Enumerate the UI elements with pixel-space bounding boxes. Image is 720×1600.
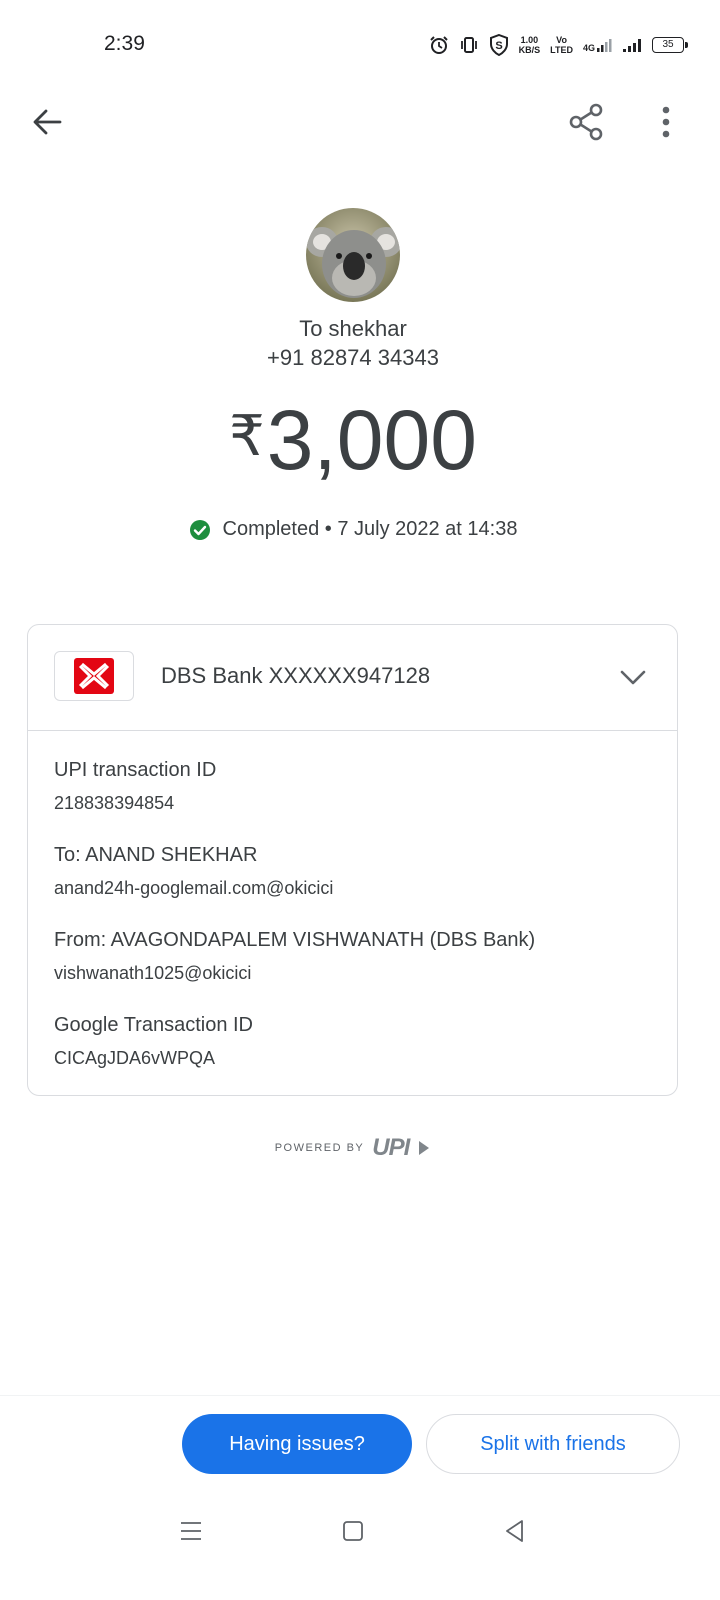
powered-by-upi: POWERED BY UPI bbox=[0, 1134, 706, 1162]
signal-icon bbox=[597, 39, 612, 52]
currency-symbol: ₹ bbox=[229, 404, 265, 467]
share-button[interactable] bbox=[564, 100, 608, 144]
signal-icon-2 bbox=[623, 39, 641, 52]
more-vert-icon bbox=[662, 106, 670, 138]
volte-top: Vo bbox=[556, 35, 567, 45]
google-transaction-id-label: Google Transaction ID bbox=[54, 1014, 253, 1036]
amount: ₹3,000 bbox=[0, 392, 706, 489]
battery-indicator: 35 bbox=[652, 37, 688, 53]
more-options-button[interactable] bbox=[644, 100, 688, 144]
chevron-down-icon[interactable] bbox=[617, 661, 649, 693]
network-speed-unit: KB/S bbox=[518, 45, 541, 55]
recipient-avatar bbox=[306, 208, 400, 302]
status-icons: S 1.00 KB/S Vo LTED 4G 35 bbox=[429, 30, 688, 60]
upi-transaction-id-value: 218838394854 bbox=[54, 793, 175, 813]
upi-transaction-id-label: UPI transaction ID bbox=[54, 759, 217, 781]
recipient-phone: +91 82874 34343 bbox=[267, 345, 439, 370]
volte-bottom: LTED bbox=[550, 45, 573, 55]
home-icon[interactable] bbox=[340, 1518, 366, 1544]
google-transaction-id-value: CICAgJDA6vWPQA bbox=[54, 1048, 216, 1068]
transaction-status: Completed • 7 July 2022 at 14:38 bbox=[0, 518, 706, 541]
recent-apps-icon[interactable] bbox=[178, 1518, 204, 1544]
nav-back-icon[interactable] bbox=[502, 1518, 528, 1544]
signal-4g: 4G bbox=[583, 37, 612, 53]
shield-s-icon: S bbox=[489, 34, 508, 56]
network-speed: 1.00 KB/S bbox=[519, 35, 541, 55]
status-text: Completed • 7 July 2022 at 14:38 bbox=[222, 518, 518, 540]
to-upi-id: anand24h-googlemail.com@okicici bbox=[54, 878, 334, 898]
amount-value: 3,000 bbox=[266, 393, 477, 487]
dbs-logo bbox=[54, 651, 134, 701]
koala-avatar-icon bbox=[306, 208, 400, 302]
dbs-bank-icon bbox=[74, 658, 114, 694]
split-with-friends-button[interactable]: Split with friends bbox=[426, 1414, 680, 1474]
back-button[interactable] bbox=[26, 100, 70, 144]
upi-logo: UPI bbox=[372, 1134, 410, 1161]
bank-account-name: DBS Bank XXXXXX947128 bbox=[161, 663, 431, 688]
check-circle-icon bbox=[189, 519, 210, 540]
having-issues-button[interactable]: Having issues? bbox=[182, 1414, 412, 1474]
alarm-icon bbox=[429, 36, 448, 54]
svg-text:S: S bbox=[495, 40, 502, 52]
network-type: 4G bbox=[582, 43, 595, 53]
status-time: 2:39 bbox=[104, 32, 145, 55]
to-label: To: ANAND SHEKHAR bbox=[54, 844, 258, 866]
from-upi-id: vishwanath1025@okicici bbox=[54, 963, 252, 983]
recipient-name: To shekhar bbox=[299, 316, 407, 341]
upi-arrow-icon bbox=[419, 1141, 430, 1155]
network-speed-value: 1.00 bbox=[520, 35, 539, 45]
powered-by-text: POWERED BY bbox=[274, 1142, 365, 1154]
from-label: From: AVAGONDAPALEM VISHWANATH (DBS Bank… bbox=[54, 929, 536, 951]
bank-account-row[interactable]: DBS Bank XXXXXX947128 bbox=[28, 625, 677, 731]
arrow-left-icon bbox=[33, 109, 62, 135]
vibrate-icon bbox=[460, 37, 477, 53]
share-icon bbox=[569, 103, 603, 141]
transaction-details-card: DBS Bank XXXXXX947128 UPI transaction ID… bbox=[27, 624, 678, 1096]
volte-indicator: Vo LTED bbox=[550, 35, 573, 55]
